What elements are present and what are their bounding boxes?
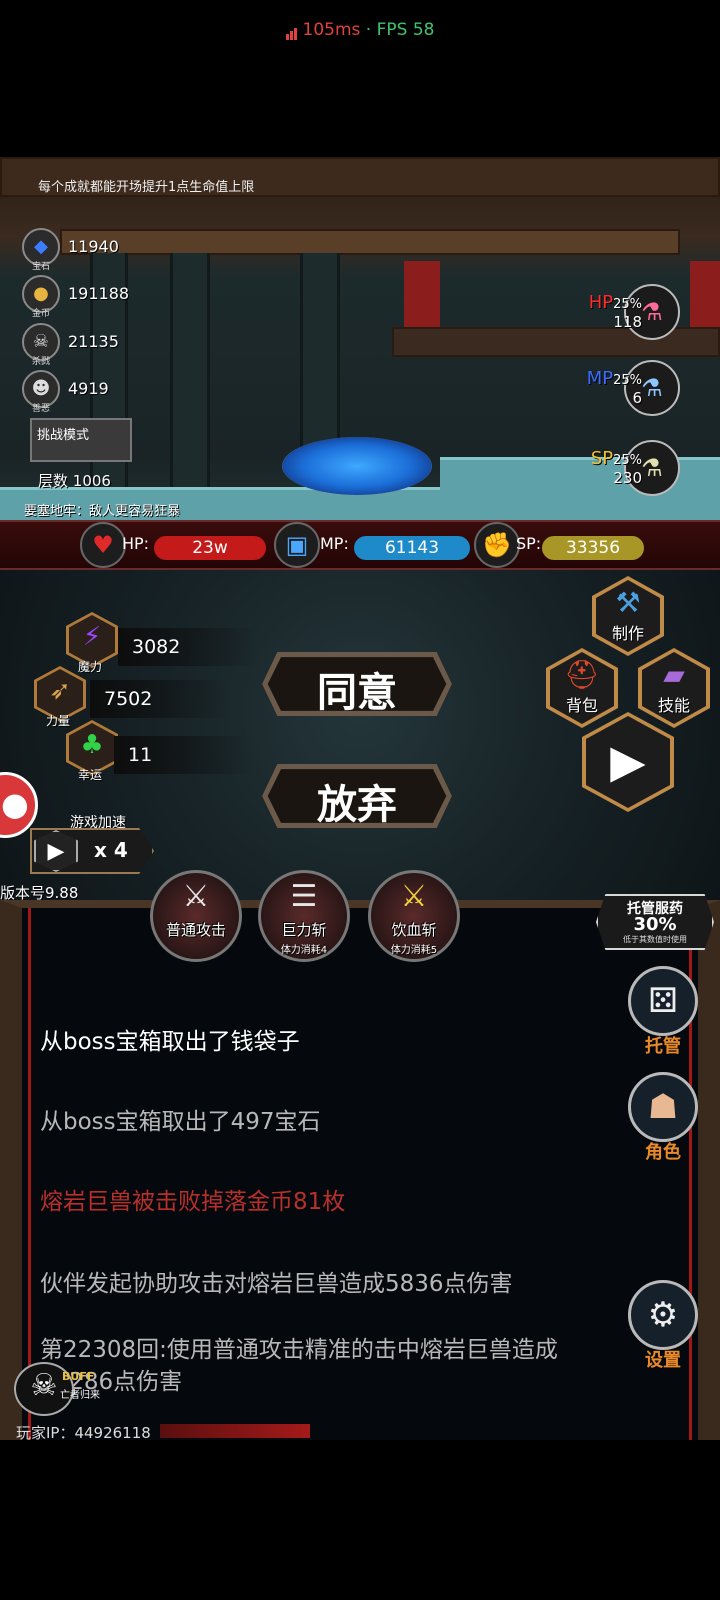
muscle-icon: ✊ [474, 522, 520, 568]
gear-icon: ⚙ [628, 1280, 698, 1350]
luck-label: 幸运 [78, 768, 103, 782]
mp-bar: 61143 [354, 536, 470, 560]
heart-icon: ♥ [80, 522, 126, 568]
hp-potion-label: HP25% 118 [588, 292, 642, 331]
skill-normal-attack[interactable]: ⚔ 普通攻击 [150, 870, 242, 962]
mp-potion-label: MP25% 6 [586, 368, 642, 407]
challenge-mode-panel[interactable]: 挑战模式 [30, 418, 132, 462]
sp-label: SP: [516, 534, 542, 553]
network-status: 105ms · FPS 58 [0, 20, 720, 40]
golden-sword-icon: ⚔ [400, 879, 428, 914]
floor-label: 层数 [38, 472, 69, 490]
strength-value: 7502 [90, 680, 230, 718]
mp-icon: ▣ [274, 522, 320, 568]
role-button[interactable]: ☗ 角色 [624, 1072, 702, 1164]
log-line: 从boss宝箱取出了497宝石 [40, 1109, 321, 1135]
anvil-icon: ⚒ [615, 586, 641, 619]
log-line: 从boss宝箱取出了钱袋子 [40, 1029, 300, 1055]
auto-potion-setting[interactable]: 托管服药 30% 低于其数值时使用 [596, 894, 714, 950]
player-ip: 玩家IP：44926118 [16, 1424, 151, 1442]
helmet-icon: ⛑ [564, 658, 600, 691]
fortress-note: 要塞地牢：敌人更容易狂暴 [24, 504, 181, 519]
stat-bars: ♥ HP: 23w ▣ MP: 61143 ✊ SP: 33356 [0, 520, 720, 570]
coin-icon: ● 金币 [22, 275, 60, 319]
user-icon: ● [1, 785, 29, 823]
auto-button[interactable]: ⚄ 托管 [624, 966, 702, 1058]
magic-value: 3082 [118, 628, 258, 666]
log-line: 熔岩巨兽被击败掉落金币81枚 [40, 1189, 346, 1215]
speed-multiplier: x 4 [94, 838, 128, 862]
abandon-button[interactable]: 放弃 [262, 764, 452, 828]
log-line: 第22308回:使用普通攻击精准的击中熔岩巨兽造成73286点伤害 [40, 1337, 558, 1395]
achievement-hint: 每个成就都能开场提升1点生命值上限 [38, 180, 255, 195]
play-icon: ▶ [610, 734, 646, 788]
strength-label: 力量 [46, 714, 71, 728]
floor-value: 1006 [72, 472, 111, 490]
hp-label: HP: [122, 534, 150, 553]
karma-value: 4919 [68, 379, 109, 398]
mp-label: MP: [320, 534, 349, 553]
coins-value: 191188 [68, 284, 130, 303]
pillar [170, 253, 210, 503]
book-icon: ▰ [663, 658, 685, 691]
dice-icon: ⚄ [628, 966, 698, 1036]
gem-icon: ◆ 宝石 [22, 228, 60, 272]
hp-bar: 23w [154, 536, 266, 560]
agree-button[interactable]: 同意 [262, 652, 452, 716]
status-separator: · [365, 20, 372, 40]
fps-text: FPS 58 [376, 20, 435, 40]
log-line: 伙伴发起协助攻击对熔岩巨兽造成5836点伤害 [40, 1271, 513, 1297]
ping-text: 105ms [302, 20, 361, 40]
kills-value: 21135 [68, 332, 119, 351]
sp-potion-label: SP25% 230 [590, 448, 642, 487]
play-icon: ▶ [34, 830, 78, 872]
challenge-mode-label: 挑战模式 [37, 428, 90, 443]
ip-bar [160, 1424, 310, 1438]
skill-power-slash[interactable]: ☰ 巨力斩 体力消耗4 [258, 870, 350, 962]
gems-value: 11940 [68, 237, 119, 256]
skull-icon: ☠ 杀戮 [22, 323, 60, 367]
magic-label: 魔力 [78, 660, 103, 674]
blue-portal[interactable] [282, 437, 432, 495]
claw-icon: ☰ [290, 879, 318, 914]
sp-bar: 33356 [542, 536, 644, 560]
hooded-figure-icon: ☗ [628, 1072, 698, 1142]
buff-indicator[interactable]: ☠ BUFF 亡者归来 [14, 1362, 100, 1416]
luck-value: 11 [114, 736, 254, 774]
brick-beam [60, 229, 680, 255]
signal-icon [285, 20, 298, 40]
mask-icon: ☻ 善恶 [22, 370, 60, 414]
sword-icon: ⚔ [182, 879, 210, 914]
skill-blood-slash[interactable]: ⚔ 饮血斩 体力消耗5 [368, 870, 460, 962]
floor-count: 层数 1006 [38, 470, 111, 491]
settings-button[interactable]: ⚙ 设置 [624, 1280, 702, 1372]
speed-toggle[interactable]: ▶ x 4 [30, 828, 154, 874]
